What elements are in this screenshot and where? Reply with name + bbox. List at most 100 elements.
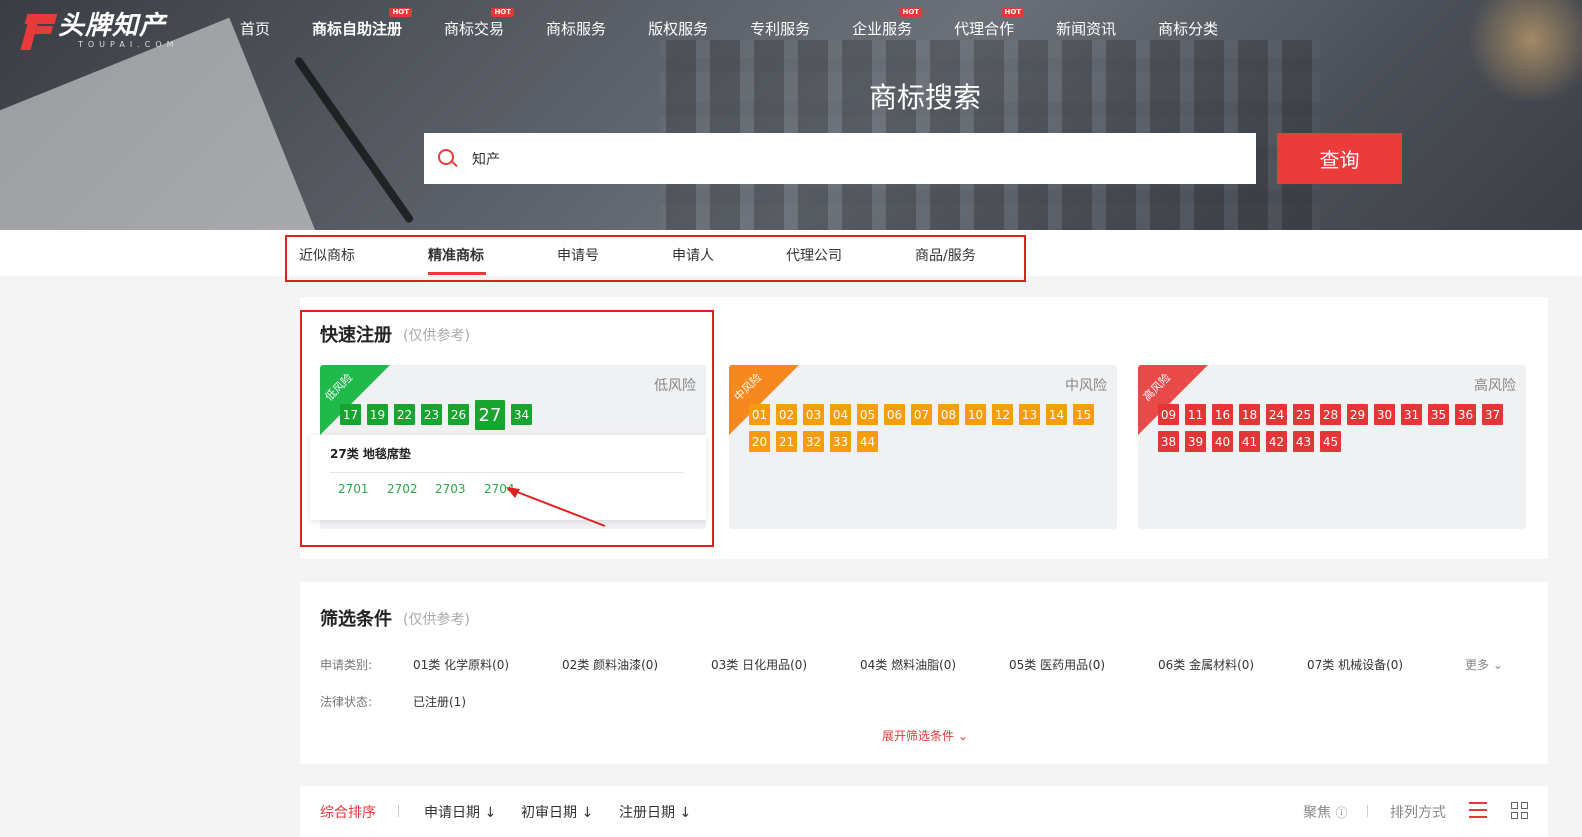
nav-item-agency[interactable]: 代理合作 HOT [954, 8, 1025, 39]
help-icon: ⓘ [1335, 806, 1348, 820]
class-chip[interactable]: 39 [1185, 431, 1206, 452]
class-chip[interactable]: 45 [1320, 431, 1341, 452]
class-chip[interactable]: 12 [992, 404, 1013, 425]
nav-item-copyright[interactable]: 版权服务 [648, 18, 708, 39]
mid-risk-classes-row2: 20 21 32 33 44 [749, 431, 884, 452]
class-chip[interactable]: 04 [830, 404, 851, 425]
class-chip[interactable]: 40 [1212, 431, 1233, 452]
class-chip[interactable]: 43 [1293, 431, 1314, 452]
class-chip[interactable]: 18 [1239, 404, 1260, 425]
high-risk-classes-row2: 38 39 40 41 42 43 45 [1158, 431, 1347, 452]
category-option[interactable]: 03类 日化用品(0) [711, 656, 807, 673]
status-option[interactable]: 已注册(1) [413, 693, 466, 710]
class-chip[interactable]: 11 [1185, 404, 1206, 425]
nav-item-classification[interactable]: 商标分类 [1158, 18, 1218, 39]
list-view-icon[interactable] [1469, 802, 1487, 818]
sort-registration-date[interactable]: 注册日期 ↓ [619, 802, 691, 822]
class-chip[interactable]: 31 [1401, 404, 1422, 425]
chevron-down-icon: ⌄ [957, 729, 968, 743]
high-risk-card: 高风险 高风险 09 11 16 18 24 25 28 29 30 31 35… [1138, 365, 1526, 529]
hot-badge: HOT [1001, 8, 1025, 17]
nav-item-trademark-service[interactable]: 商标服务 [546, 18, 606, 39]
class-chip[interactable]: 29 [1347, 404, 1368, 425]
search-button[interactable]: 查询 [1277, 133, 1402, 184]
arrow-down-icon: ↓ [581, 805, 594, 821]
divider [1367, 805, 1368, 817]
class-chip[interactable]: 44 [857, 431, 878, 452]
more-categories-button[interactable]: 更多 ⌄ [1465, 656, 1503, 673]
class-chip[interactable]: 33 [830, 431, 851, 452]
filter-title: 筛选条件 [320, 609, 392, 630]
logo-mark-icon [20, 10, 58, 50]
chevron-down-icon: ⌄ [1492, 658, 1503, 672]
high-risk-classes-row1: 09 11 16 18 24 25 28 29 30 31 35 36 37 [1158, 404, 1509, 425]
class-chip[interactable]: 16 [1212, 404, 1233, 425]
class-chip[interactable]: 32 [803, 431, 824, 452]
focus-toggle[interactable]: 聚焦 ⓘ [1303, 802, 1347, 822]
brand-logo[interactable]: 头牌知产 TOUPAI.COM [20, 10, 179, 50]
class-chip[interactable]: 37 [1482, 404, 1503, 425]
sort-comprehensive[interactable]: 综合排序 [320, 802, 376, 822]
class-chip[interactable]: 07 [911, 404, 932, 425]
class-chip[interactable]: 20 [749, 431, 770, 452]
class-chip[interactable]: 05 [857, 404, 878, 425]
brand-name: 头牌知产 [58, 10, 167, 41]
arrow-down-icon: ↓ [679, 805, 692, 821]
mid-risk-label: 中风险 [1065, 378, 1107, 394]
category-filter-label: 申请类别: [320, 658, 373, 672]
search-box [424, 133, 1256, 184]
hero-title: 商标搜索 [868, 81, 981, 114]
mid-risk-classes-row1: 01 02 03 04 05 06 07 08 10 12 13 14 15 [749, 404, 1100, 425]
arrow-down-icon: ↓ [484, 805, 497, 821]
class-chip[interactable]: 24 [1266, 404, 1287, 425]
category-option[interactable]: 04类 燃料油脂(0) [860, 656, 956, 673]
category-option[interactable]: 07类 机械设备(0) [1307, 656, 1403, 673]
nav-item-home[interactable]: 首页 [240, 18, 270, 39]
class-chip[interactable]: 38 [1158, 431, 1179, 452]
class-chip[interactable]: 01 [749, 404, 770, 425]
search-icon [438, 148, 458, 169]
class-chip[interactable]: 41 [1239, 431, 1260, 452]
class-chip[interactable]: 28 [1320, 404, 1341, 425]
brand-domain: TOUPAI.COM [78, 39, 179, 49]
class-chip[interactable]: 14 [1046, 404, 1067, 425]
high-risk-label: 高风险 [1474, 378, 1516, 394]
class-chip[interactable]: 09 [1158, 404, 1179, 425]
hot-badge: HOT [389, 8, 413, 17]
search-input[interactable] [472, 150, 1232, 167]
nav-item-trademark-trade[interactable]: 商标交易 HOT [444, 8, 515, 39]
nav-item-news[interactable]: 新闻资讯 [1056, 18, 1116, 39]
layout-label: 排列方式 [1390, 805, 1446, 821]
class-chip[interactable]: 10 [965, 404, 986, 425]
mid-risk-card: 中风险 中风险 01 02 03 04 05 06 07 08 10 12 13… [729, 365, 1117, 529]
main-nav: 首页 商标自助注册 HOT 商标交易 HOT 商标服务 版权服务 专利服务 企业服务… [240, 8, 1260, 39]
filter-subtitle: (仅供参考) [403, 612, 470, 628]
class-chip[interactable]: 15 [1073, 404, 1094, 425]
category-option[interactable]: 05类 医药用品(0) [1009, 656, 1105, 673]
annotation-box-quick-register [300, 310, 714, 547]
category-option[interactable]: 02类 颜料油漆(0) [562, 656, 658, 673]
class-chip[interactable]: 30 [1374, 404, 1395, 425]
category-option[interactable]: 06类 金属材料(0) [1158, 656, 1254, 673]
class-chip[interactable]: 03 [803, 404, 824, 425]
grid-view-icon[interactable] [1511, 802, 1528, 819]
annotation-box-tabs [285, 235, 1026, 282]
status-filter-label: 法律状态: [320, 695, 373, 709]
sort-preliminary-date[interactable]: 初审日期 ↓ [521, 802, 593, 822]
class-chip[interactable]: 42 [1266, 431, 1287, 452]
class-chip[interactable]: 25 [1293, 404, 1314, 425]
class-chip[interactable]: 13 [1019, 404, 1040, 425]
nav-item-patent[interactable]: 专利服务 [750, 18, 810, 39]
class-chip[interactable]: 08 [938, 404, 959, 425]
class-chip[interactable]: 06 [884, 404, 905, 425]
class-chip[interactable]: 02 [776, 404, 797, 425]
class-chip[interactable]: 35 [1428, 404, 1449, 425]
category-option[interactable]: 01类 化学原料(0) [413, 656, 509, 673]
sort-application-date[interactable]: 申请日期 ↓ [424, 802, 496, 822]
class-chip[interactable]: 21 [776, 431, 797, 452]
nav-item-trademark-register[interactable]: 商标自助注册 HOT [312, 8, 413, 39]
hot-badge: HOT [899, 8, 923, 17]
nav-item-enterprise[interactable]: 企业服务 HOT [852, 8, 923, 39]
expand-filters-button[interactable]: 展开筛选条件 ⌄ [0, 727, 1582, 744]
class-chip[interactable]: 36 [1455, 404, 1476, 425]
